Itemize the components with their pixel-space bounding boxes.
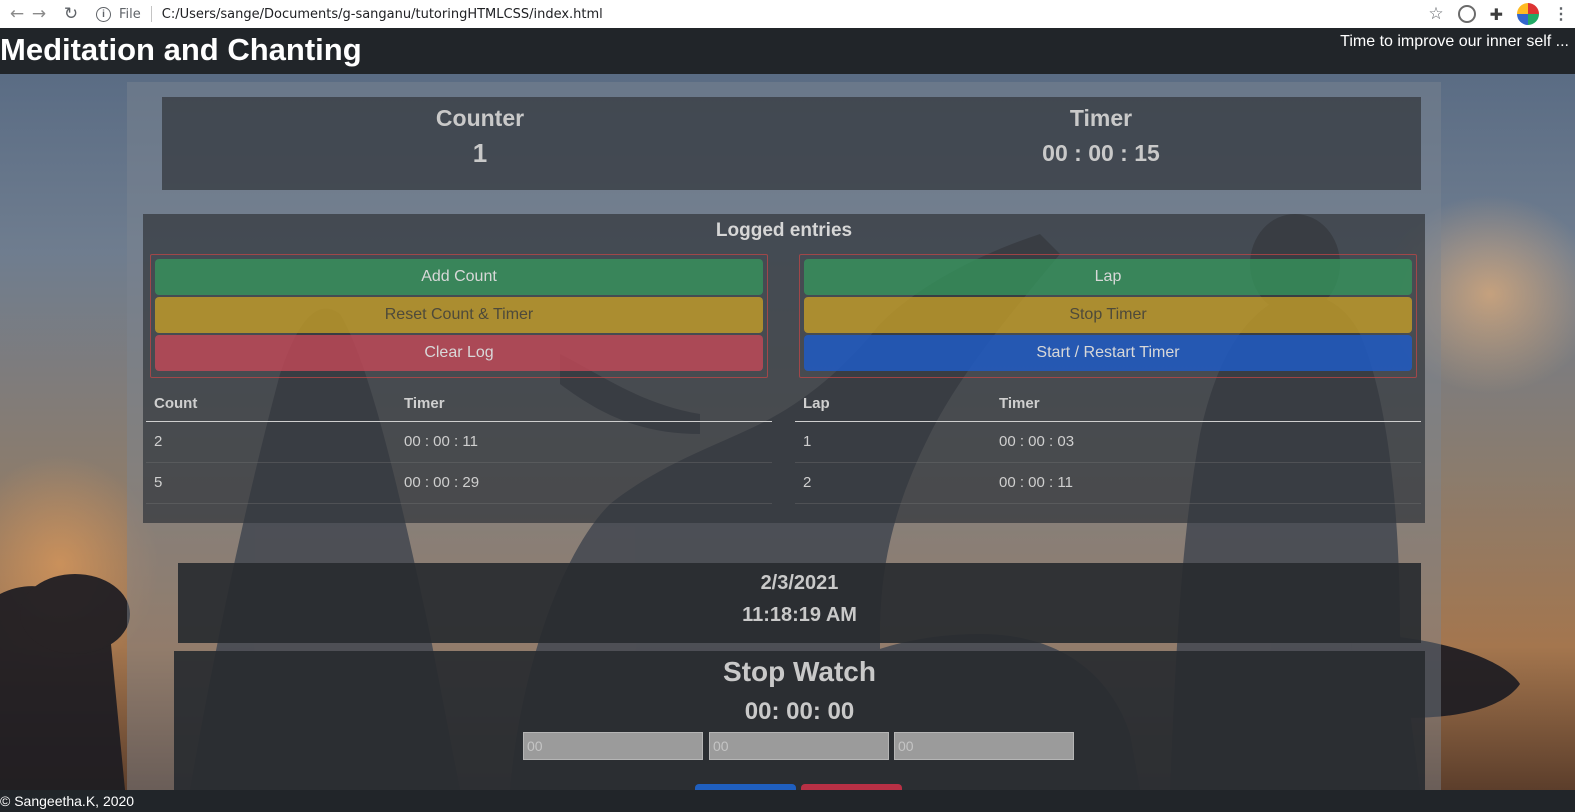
stopwatch-minutes-input[interactable] (709, 732, 889, 760)
current-time: 11:18:19 AM (742, 604, 857, 626)
info-icon[interactable]: i (96, 6, 111, 22)
stopwatch-seconds-input[interactable] (894, 732, 1074, 760)
timer-cell: 00 : 00 : 11 (396, 421, 772, 463)
browser-toolbar: ← → ↻ i File C:/Users/sange/Documents/g-… (0, 0, 1575, 28)
table-header-row: Lap Timer (795, 386, 1421, 422)
url-text[interactable]: C:/Users/sange/Documents/g-sanganu/tutor… (162, 7, 603, 22)
stats-panel: Counter 1 Timer 00 : 00 : 15 (162, 97, 1421, 190)
reset-count-timer-button[interactable]: Reset Count & Timer (155, 297, 763, 333)
timer-cell: 00 : 00 : 03 (991, 421, 1421, 463)
clear-log-button[interactable]: Clear Log (155, 335, 763, 371)
forward-arrow-icon[interactable]: → (28, 3, 50, 25)
bookmark-star-icon[interactable]: ☆ (1428, 4, 1443, 24)
back-arrow-icon[interactable]: ← (6, 3, 28, 25)
count-cell: 2 (146, 421, 396, 463)
current-datetime-panel: 2/3/2021 11:18:19 AM (178, 563, 1421, 643)
table-row: 2 00 : 00 : 11 (795, 462, 1421, 504)
counter-label: Counter (435, 105, 525, 131)
stop-timer-button[interactable]: Stop Timer (804, 297, 1412, 333)
timer-value: 00 : 00 : 15 (1042, 140, 1160, 166)
lap-cell: 1 (795, 421, 991, 463)
lap-button[interactable]: Lap (804, 259, 1412, 295)
site-tagline: Time to improve our inner self ... (1340, 33, 1569, 50)
extensions-puzzle-icon[interactable]: ✚ (1490, 5, 1503, 24)
browser-menu-icon[interactable]: ⋮ (1553, 4, 1569, 24)
logged-entries-panel: Logged entries Add Count Reset Count & T… (143, 214, 1425, 523)
reload-icon[interactable]: ↻ (60, 3, 82, 25)
table-header-row: Count Timer (146, 386, 772, 422)
site-title: Meditation and Chanting (0, 32, 362, 67)
current-date: 2/3/2021 (760, 572, 839, 594)
address-separator (150, 6, 152, 22)
timer-stat: Timer 00 : 00 : 15 (951, 105, 1251, 167)
start-restart-timer-button[interactable]: Start / Restart Timer (804, 335, 1412, 371)
extension-icon[interactable] (1457, 5, 1476, 23)
address-bar[interactable]: i File C:/Users/sange/Documents/g-sangan… (96, 3, 1428, 25)
column-header-lap: Lap (795, 386, 991, 422)
stopwatch-display: 00: 00: 00 (744, 698, 855, 725)
lap-log-table: Lap Timer 1 00 : 00 : 03 2 00 : 00 : 11 (795, 386, 1421, 504)
table-row: 2 00 : 00 : 11 (146, 421, 772, 463)
file-scheme-label: File (119, 6, 141, 22)
timer-label: Timer (1069, 105, 1133, 131)
lap-cell: 2 (795, 462, 991, 504)
logged-entries-title: Logged entries (715, 220, 853, 241)
browser-actions: ☆ ✚ ⋮ (1428, 3, 1569, 25)
table-row: 5 00 : 00 : 29 (146, 462, 772, 504)
stopwatch-title: Stop Watch (723, 656, 876, 687)
column-header-timer: Timer (396, 386, 772, 422)
profile-avatar[interactable] (1517, 3, 1539, 25)
site-header: Meditation and Chanting Time to improve … (0, 28, 1575, 74)
column-header-timer: Timer (991, 386, 1421, 422)
column-header-count: Count (146, 386, 396, 422)
stopwatch-panel: Stop Watch 00: 00: 00 (174, 651, 1425, 794)
count-log-table: Count Timer 2 00 : 00 : 11 5 00 : 00 : 2… (146, 386, 772, 504)
table-row: 1 00 : 00 : 03 (795, 421, 1421, 463)
stopwatch-hours-input[interactable] (523, 732, 703, 760)
count-cell: 5 (146, 462, 396, 504)
timer-cell: 00 : 00 : 11 (991, 462, 1421, 504)
count-button-group: Add Count Reset Count & Timer Clear Log (150, 254, 768, 378)
add-count-button[interactable]: Add Count (155, 259, 763, 295)
timer-cell: 00 : 00 : 29 (396, 462, 772, 504)
timer-button-group: Lap Stop Timer Start / Restart Timer (799, 254, 1417, 378)
counter-value: 1 (472, 138, 488, 168)
counter-stat: Counter 1 (330, 105, 630, 169)
site-footer: © Sangeetha.K, 2020 (0, 790, 1575, 812)
